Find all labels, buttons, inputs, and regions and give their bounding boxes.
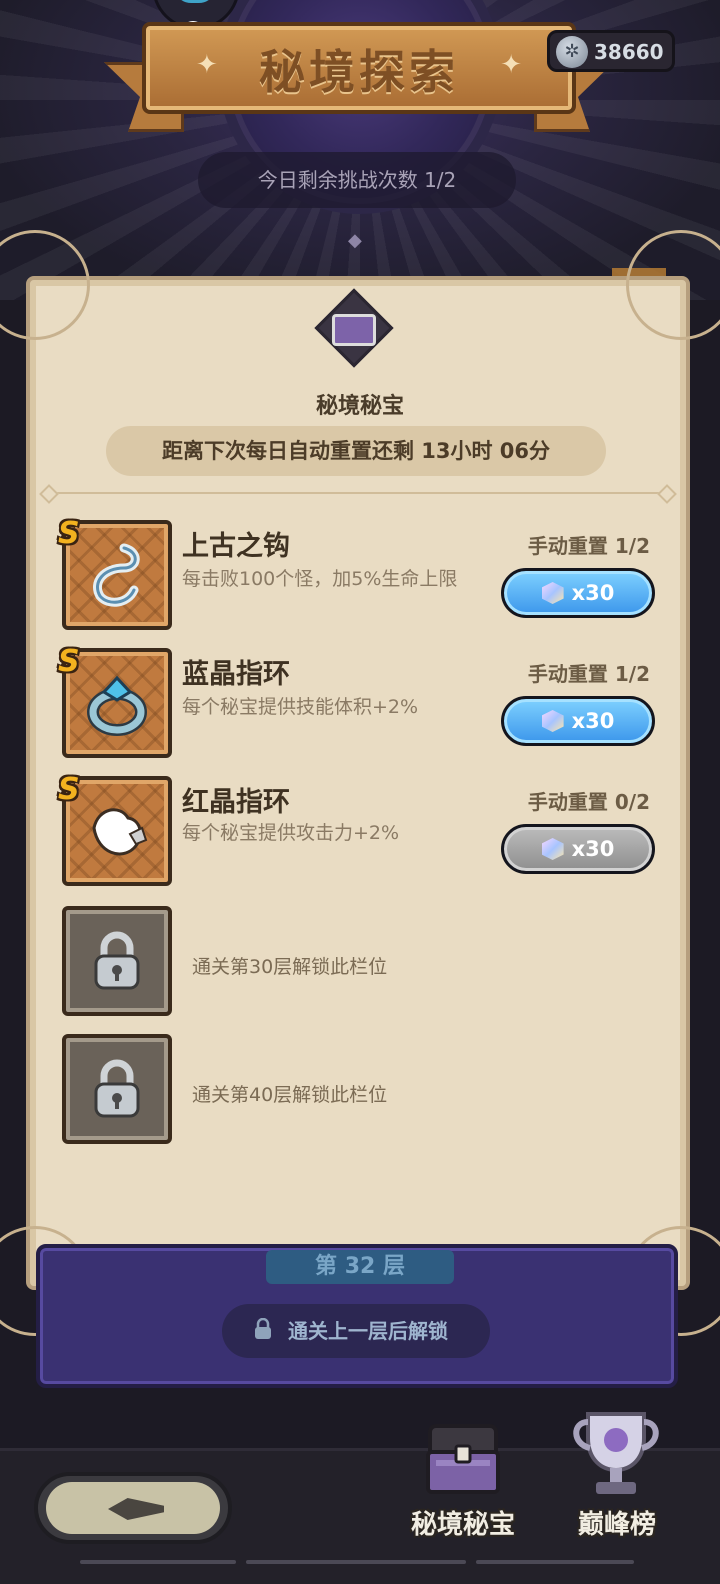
divider bbox=[44, 492, 672, 494]
red-ring-icon bbox=[92, 808, 148, 856]
gem-icon bbox=[541, 838, 564, 860]
item-slot-blue-ring[interactable]: S bbox=[58, 644, 172, 758]
item-name: 蓝晶指环 bbox=[182, 659, 290, 690]
unlock-requirement: 通关第30层解锁此栏位 bbox=[192, 956, 388, 978]
home-indicator bbox=[246, 1560, 466, 1564]
unlock-requirement: 通关第40层解锁此栏位 bbox=[192, 1084, 388, 1106]
rank-badge: S bbox=[58, 644, 80, 679]
floor-locked-pill: 通关上一层后解锁 bbox=[222, 1304, 490, 1358]
panel-title: 秘境秘宝 bbox=[315, 394, 404, 419]
reset-button[interactable]: x30 bbox=[501, 568, 655, 618]
item-slot-red-ring[interactable]: S bbox=[58, 772, 172, 886]
nav-treasure[interactable]: 秘境秘宝 bbox=[398, 1400, 528, 1540]
item-description: 每个秘宝提供攻击力+2% bbox=[182, 822, 400, 844]
back-button-face bbox=[46, 1482, 220, 1534]
nav-ranking[interactable]: 巅峰榜 bbox=[552, 1400, 682, 1540]
nav-ranking-label: 巅峰榜 bbox=[577, 1510, 656, 1540]
attempts-remaining: 今日剩余挑战次数 1/2 bbox=[198, 152, 516, 208]
home-indicator bbox=[476, 1560, 634, 1564]
floor-label: 第 32 层 bbox=[266, 1250, 454, 1284]
floor-unlock-text: 通关上一层后解锁 bbox=[288, 1319, 448, 1343]
treasure-chest-icon bbox=[332, 314, 376, 346]
gem-icon bbox=[541, 710, 564, 732]
currency-value: 38660 bbox=[594, 40, 664, 64]
reset-button[interactable]: x30 bbox=[501, 696, 655, 746]
title-banner: ✦ ✦ 秘境探索 bbox=[104, 22, 614, 140]
cost-label: x30 bbox=[571, 709, 615, 733]
cost-label: x30 bbox=[571, 837, 615, 861]
rank-badge: S bbox=[58, 516, 80, 551]
hook-icon bbox=[93, 543, 140, 607]
rank-badge: S bbox=[58, 772, 80, 807]
cost-label: x30 bbox=[571, 581, 615, 605]
item-name: 红晶指环 bbox=[182, 787, 290, 818]
treasure-chest-icon bbox=[426, 1424, 500, 1494]
nav-treasure-label: 秘境秘宝 bbox=[410, 1510, 515, 1540]
manual-reset-count: 手动重置 0/2 bbox=[527, 790, 650, 814]
padlock-icon bbox=[94, 931, 140, 990]
locked-slot bbox=[62, 1034, 172, 1144]
coin-icon: ✲ bbox=[556, 36, 588, 68]
blue-ring-icon bbox=[87, 675, 147, 736]
corner-ornament bbox=[626, 230, 720, 340]
diamond-ornament-icon: ◆ bbox=[348, 230, 362, 251]
manual-reset-count: 手动重置 1/2 bbox=[527, 662, 650, 686]
locked-slot bbox=[62, 906, 172, 1016]
banner-plate: ✦ ✦ 秘境探索 bbox=[142, 22, 576, 114]
padlock-icon bbox=[94, 1059, 140, 1118]
back-arrow-icon bbox=[108, 1498, 164, 1520]
lock-icon bbox=[255, 1318, 271, 1339]
currency-display[interactable]: ✲ 38660 bbox=[547, 30, 675, 72]
back-button[interactable] bbox=[34, 1472, 232, 1544]
reset-countdown: 距离下次每日自动重置还剩 13小时 06分 bbox=[106, 426, 606, 476]
gem-icon bbox=[541, 582, 564, 604]
item-description: 每个秘宝提供技能体积+2% bbox=[182, 696, 419, 718]
page-title: 秘境探索 bbox=[259, 45, 459, 99]
item-description: 每击败100个怪，加5%生命上限 bbox=[182, 568, 458, 590]
home-indicator bbox=[80, 1560, 236, 1564]
trophy-icon bbox=[573, 1412, 659, 1494]
reset-button-disabled[interactable]: x30 bbox=[501, 824, 655, 874]
manual-reset-count: 手动重置 1/2 bbox=[527, 534, 650, 558]
item-slot-hook[interactable]: S bbox=[58, 516, 172, 630]
item-name: 上古之钩 bbox=[182, 531, 290, 562]
